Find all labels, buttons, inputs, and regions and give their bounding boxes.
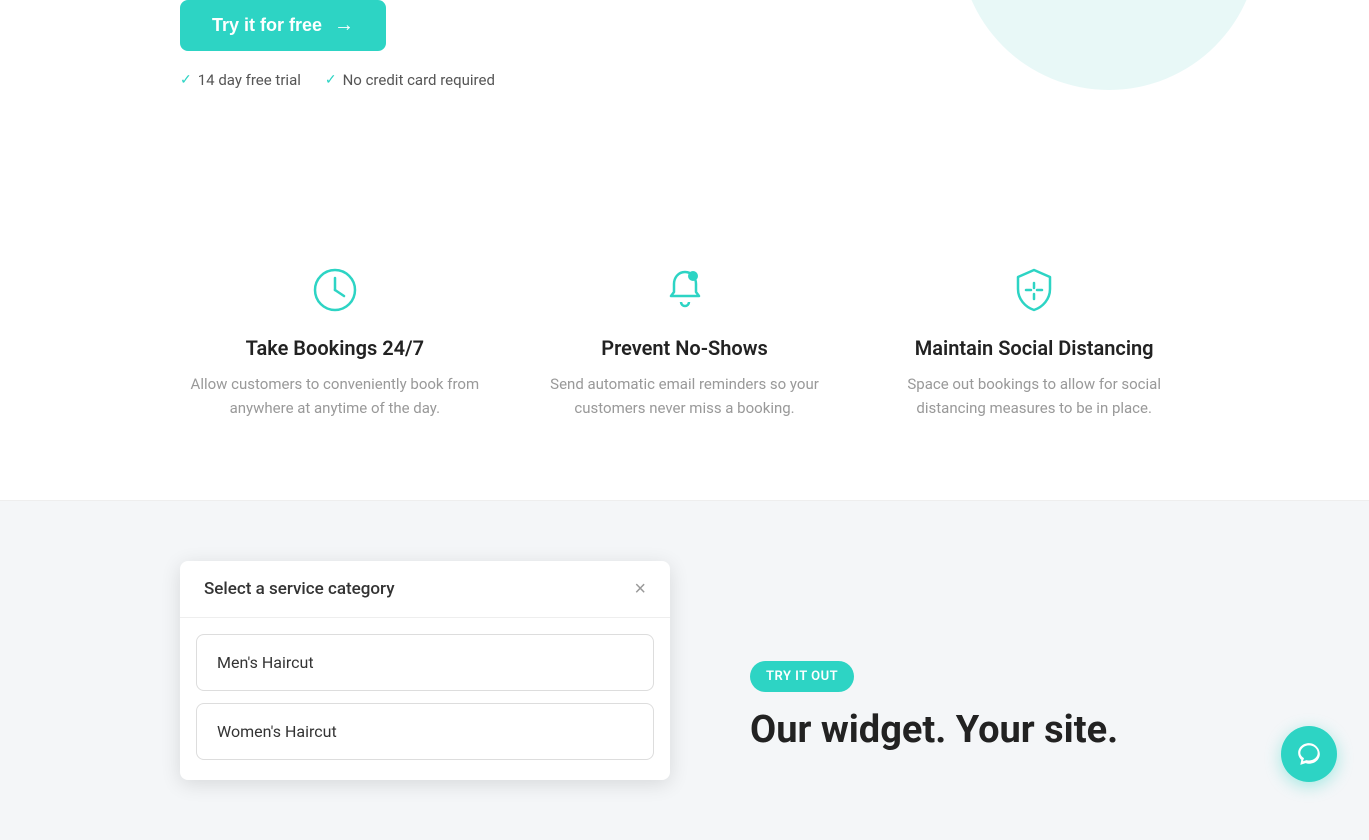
feature-distancing: Maintain Social Distancing Space out boo… [879,260,1189,420]
trial-info-row: ✓ 14 day free trial ✓ No credit card req… [180,71,1189,89]
check-icon-1: ✓ [325,72,337,88]
features-section: Take Bookings 24/7 Allow customers to co… [0,200,1369,501]
service-mens-haircut-label: Men's Haircut [217,653,314,672]
feature-noshows: Prevent No-Shows Send automatic email re… [530,260,840,420]
right-content: TRY IT OUT Our widget. Your site. [750,561,1118,754]
trial-text-1: No credit card required [343,71,495,89]
try-free-button[interactable]: Try it for free → [180,0,386,51]
feature-bookings-desc: Allow customers to conveniently book fro… [180,372,490,420]
modal-header: Select a service category × [180,561,670,618]
hero-illustration [929,0,1309,50]
feature-distancing-title: Maintain Social Distancing [879,336,1189,360]
widget-heading: Our widget. Your site. [750,708,1118,754]
feature-noshows-title: Prevent No-Shows [530,336,840,360]
trial-item-0: ✓ 14 day free trial [180,71,301,89]
feature-noshows-desc: Send automatic email reminders so your c… [530,372,840,420]
modal-close-button[interactable]: × [634,579,646,599]
feature-bookings-title: Take Bookings 24/7 [180,336,490,360]
trial-text-0: 14 day free trial [198,71,301,89]
clock-icon [180,260,490,320]
service-modal: Select a service category × Men's Haircu… [180,561,670,780]
service-womens-haircut-label: Women's Haircut [217,722,337,741]
feature-bookings: Take Bookings 24/7 Allow customers to co… [180,260,490,420]
shield-icon [879,260,1189,320]
features-grid: Take Bookings 24/7 Allow customers to co… [180,260,1189,420]
bottom-section: Select a service category × Men's Haircu… [0,501,1369,840]
try-free-label: Try it for free [212,15,322,36]
chat-support-button[interactable] [1281,726,1337,782]
service-item-womens-haircut[interactable]: Women's Haircut [196,703,654,760]
try-it-out-badge: TRY IT OUT [750,661,854,692]
illustration-container [869,0,1309,50]
service-item-mens-haircut[interactable]: Men's Haircut [196,634,654,691]
feature-distancing-desc: Space out bookings to allow for social d… [879,372,1189,420]
modal-body: Men's Haircut Women's Haircut [180,618,670,780]
check-icon-0: ✓ [180,72,192,88]
trial-item-1: ✓ No credit card required [325,71,495,89]
top-section: Try it for free → ✓ 14 day free trial ✓ … [0,0,1369,200]
modal-title: Select a service category [204,579,395,599]
bell-icon [530,260,840,320]
bottom-inner: Select a service category × Men's Haircu… [0,561,1369,780]
try-free-arrow: → [334,14,354,37]
chat-icon [1296,741,1322,767]
